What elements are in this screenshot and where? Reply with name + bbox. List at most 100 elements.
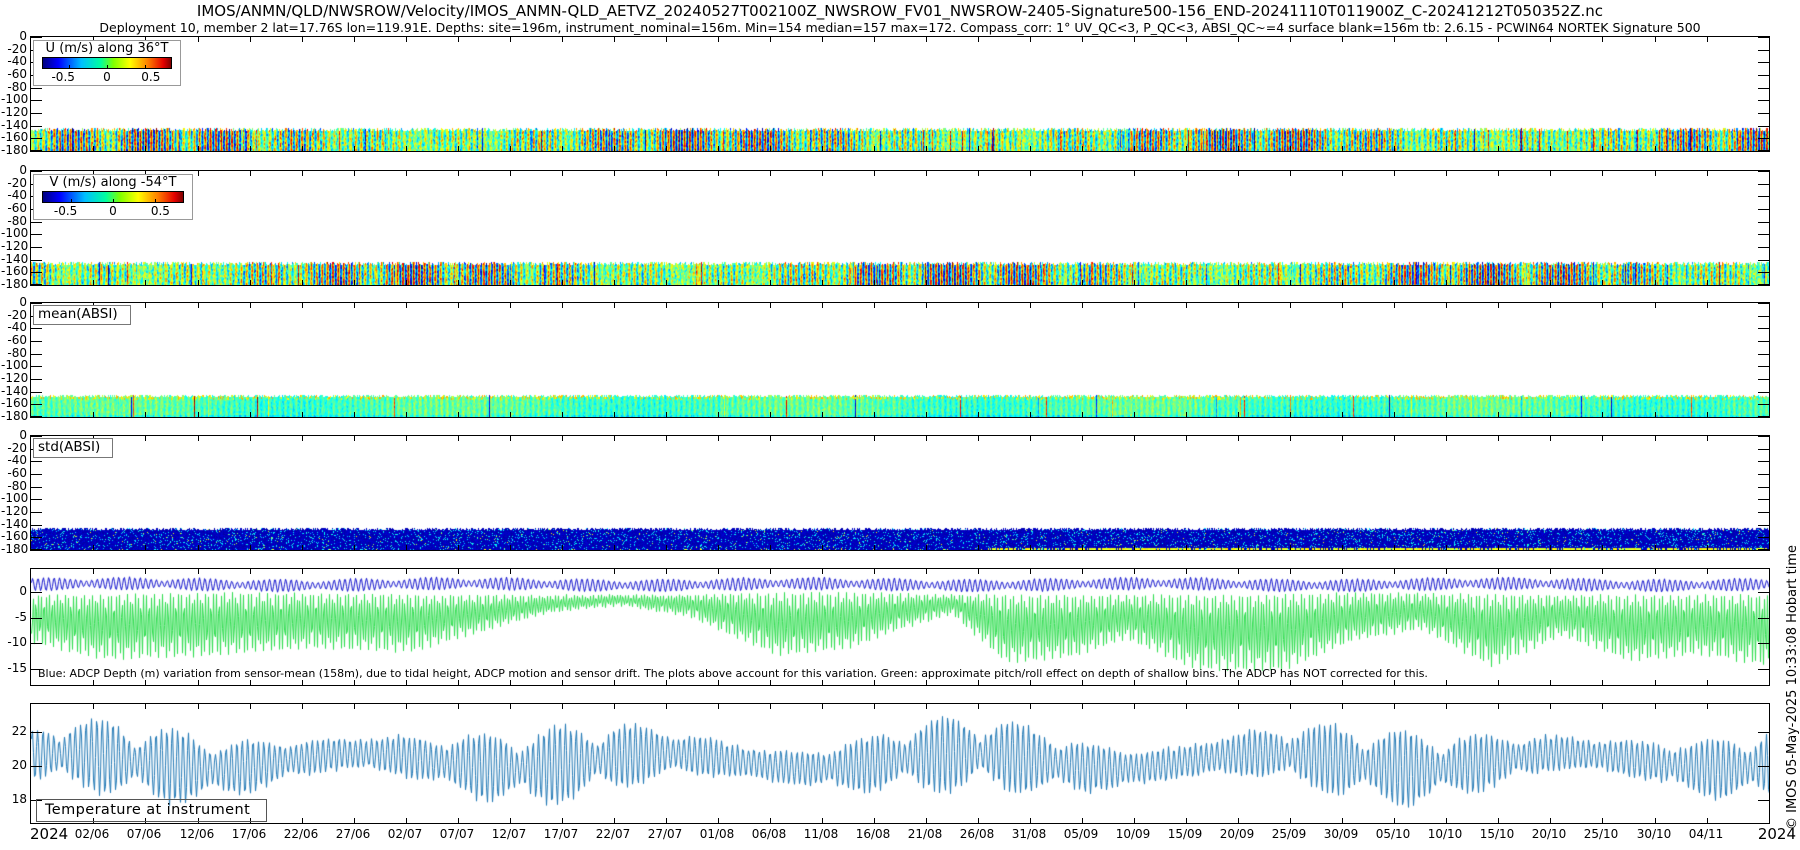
y-tick-mark	[31, 525, 42, 526]
x-tick-mark	[562, 680, 563, 685]
x-tick-mark	[1394, 569, 1395, 574]
x-tick-mark	[1030, 280, 1031, 285]
x-tick-mark	[770, 303, 771, 308]
x-tick-mark	[1342, 412, 1343, 417]
colorbar-tick-mark	[71, 199, 72, 202]
x-tick-mark	[718, 818, 719, 823]
x-tick-label: 30/10	[1629, 827, 1679, 841]
x-tick-mark	[978, 704, 979, 709]
x-tick-mark	[614, 37, 615, 42]
x-tick-mark	[354, 303, 355, 308]
v-colorbar-legend: V (m/s) along -54°T -0.5 0 0.5	[33, 174, 193, 220]
y-tick-mark	[1758, 449, 1769, 450]
y-tick-mark	[1758, 618, 1769, 619]
y-tick-mark	[31, 499, 42, 500]
x-tick-mark	[1238, 303, 1239, 308]
x-tick-mark	[770, 412, 771, 417]
x-tick-mark	[1498, 545, 1499, 550]
x-tick-mark	[406, 436, 407, 441]
copyright-watermark: © IMOS 05-May-2025 10:33:08 Hobart time	[1785, 545, 1800, 830]
x-tick-mark	[250, 436, 251, 441]
x-tick-mark	[770, 704, 771, 709]
y-tick-mark	[1758, 341, 1769, 342]
y-tick-mark	[31, 341, 42, 342]
panel-mean-absi: mean(ABSI) 0-20-40-60-80-100-120-140-160…	[30, 302, 1770, 418]
y-tick-mark	[1758, 512, 1769, 513]
colorbar-tick-mark	[145, 65, 146, 68]
y-tick-mark	[1758, 247, 1769, 248]
x-tick-mark	[562, 704, 563, 709]
x-tick-mark	[406, 818, 407, 823]
x-tick-mark	[718, 704, 719, 709]
x-tick-mark	[458, 37, 459, 42]
x-tick-mark	[1446, 303, 1447, 308]
x-tick-mark	[770, 171, 771, 176]
x-tick-mark	[1498, 280, 1499, 285]
x-tick-mark	[718, 412, 719, 417]
x-tick-mark	[302, 280, 303, 285]
x-tick-mark	[562, 37, 563, 42]
x-tick-mark	[1082, 680, 1083, 685]
panel-temp-canvas	[31, 704, 1769, 823]
y-tick-mark	[1758, 549, 1769, 550]
x-tick-mark	[250, 569, 251, 574]
x-tick-mark	[770, 545, 771, 550]
y-tick-mark	[1758, 461, 1769, 462]
x-tick-mark	[1498, 680, 1499, 685]
v-colorbar-tick-label: 0	[109, 204, 117, 218]
x-tick-mark	[1290, 412, 1291, 417]
x-tick-mark	[770, 569, 771, 574]
x-tick-mark	[1550, 704, 1551, 709]
y-tick-mark	[31, 328, 42, 329]
x-tick-mark	[1082, 412, 1083, 417]
x-tick-mark	[1290, 680, 1291, 685]
x-tick-mark	[145, 280, 146, 285]
x-tick-mark	[926, 303, 927, 308]
y-tick-mark	[31, 416, 42, 417]
x-tick-mark	[198, 545, 199, 550]
x-tick-mark	[926, 146, 927, 151]
v-colorbar-tick-label: -0.5	[54, 204, 77, 218]
x-tick-mark	[614, 704, 615, 709]
x-tick-mark	[1238, 704, 1239, 709]
x-tick-mark	[406, 171, 407, 176]
x-tick-mark	[1394, 818, 1395, 823]
x-tick-mark	[354, 704, 355, 709]
x-tick-mark	[978, 37, 979, 42]
x-tick-mark	[1290, 146, 1291, 151]
x-tick-mark	[770, 146, 771, 151]
x-tick-mark	[1655, 704, 1656, 709]
x-axis-year-left: 2024	[30, 825, 68, 843]
x-tick-mark	[1134, 818, 1135, 823]
x-tick-mark	[1186, 569, 1187, 574]
x-tick-mark	[510, 37, 511, 42]
x-tick-mark	[926, 545, 927, 550]
y-tick-mark	[1758, 766, 1769, 767]
y-tick-mark	[1758, 474, 1769, 475]
x-tick-mark	[302, 436, 303, 441]
x-tick-mark	[1238, 818, 1239, 823]
x-tick-mark	[1602, 412, 1603, 417]
x-tick-mark	[510, 280, 511, 285]
y-tick-mark	[31, 234, 42, 235]
x-tick-mark	[302, 146, 303, 151]
x-tick-mark	[1655, 280, 1656, 285]
x-tick-mark	[1394, 37, 1395, 42]
x-tick-mark	[1030, 37, 1031, 42]
x-tick-mark	[198, 303, 199, 308]
u-colorbar-tick-label: 0.5	[141, 70, 160, 84]
x-tick-mark	[1602, 436, 1603, 441]
x-tick-mark	[198, 146, 199, 151]
x-tick-mark	[93, 545, 94, 550]
x-tick-mark	[718, 680, 719, 685]
x-tick-mark	[926, 704, 927, 709]
x-tick-mark	[1290, 37, 1291, 42]
x-tick-mark	[1030, 818, 1031, 823]
x-tick-mark	[614, 569, 615, 574]
u-colorbar-tick-label: 0	[103, 70, 111, 84]
x-tick-mark	[1707, 545, 1708, 550]
x-tick-mark	[1186, 280, 1187, 285]
x-tick-mark	[666, 569, 667, 574]
x-tick-mark	[718, 303, 719, 308]
y-tick-mark	[1758, 222, 1769, 223]
